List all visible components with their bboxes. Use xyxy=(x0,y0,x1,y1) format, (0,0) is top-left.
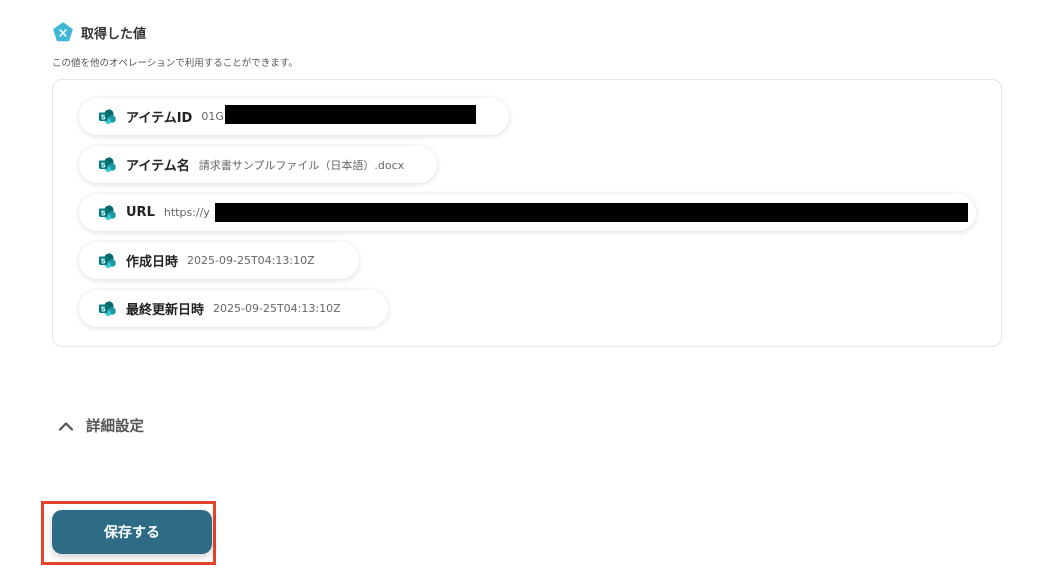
redaction-bar xyxy=(215,203,968,222)
chip-label: URL xyxy=(126,205,155,220)
value-chip-item-name[interactable]: S アイテム名 請求書サンプルファイル（日本語）.docx xyxy=(79,146,437,183)
chip-value: 請求書サンプルファイル（日本語）.docx xyxy=(198,158,405,172)
yoom-pentagon-icon xyxy=(53,22,73,42)
advanced-settings-label: 詳細設定 xyxy=(86,419,144,435)
chip-label: 最終更新日時 xyxy=(126,303,205,318)
sharepoint-icon: S xyxy=(99,109,116,124)
sharepoint-icon: S xyxy=(99,301,116,316)
svg-text:S: S xyxy=(101,305,106,313)
sharepoint-icon: S xyxy=(99,253,116,268)
advanced-settings-toggle[interactable]: 詳細設定 xyxy=(58,415,144,436)
sharepoint-icon: S xyxy=(99,205,116,220)
chip-value: 01G xyxy=(201,110,224,123)
sharepoint-icon: S xyxy=(99,157,116,172)
chip-label: アイテム名 xyxy=(126,159,190,174)
section-header: 取得した値 xyxy=(53,22,146,42)
value-chip-updated-at[interactable]: S 最終更新日時 2025-09-25T04:13:10Z xyxy=(79,290,388,327)
svg-text:S: S xyxy=(101,161,106,169)
chip-value: https://y xyxy=(163,206,210,219)
chip-value: 2025-09-25T04:13:10Z xyxy=(187,254,315,267)
value-chip-created-at[interactable]: S 作成日時 2025-09-25T04:13:10Z xyxy=(79,242,359,279)
page: 取得した値 この値を他のオペレーションで利用することができます。 S アイテムI… xyxy=(0,0,1060,586)
chip-label: 作成日時 xyxy=(126,255,179,270)
value-chip-url[interactable]: S URL https://y xyxy=(79,194,976,231)
svg-text:S: S xyxy=(101,113,106,121)
chevron-up-icon xyxy=(58,421,74,431)
save-button[interactable]: 保存する xyxy=(52,510,212,554)
value-chip-item-id[interactable]: S アイテムID 01G 3 xyxy=(79,98,509,135)
chip-value: 2025-09-25T04:13:10Z xyxy=(213,302,341,315)
section-title: 取得した値 xyxy=(81,26,147,42)
svg-text:S: S xyxy=(101,257,106,265)
chip-label: アイテムID xyxy=(126,111,193,126)
redaction-bar xyxy=(225,105,476,124)
svg-text:S: S xyxy=(101,209,106,217)
retrieved-values-box: S アイテムID 01G 3 S アイテム名 請求書サンプルファイル（日本語）.… xyxy=(52,79,1002,347)
section-description: この値を他のオペレーションで利用することができます。 xyxy=(52,58,298,69)
